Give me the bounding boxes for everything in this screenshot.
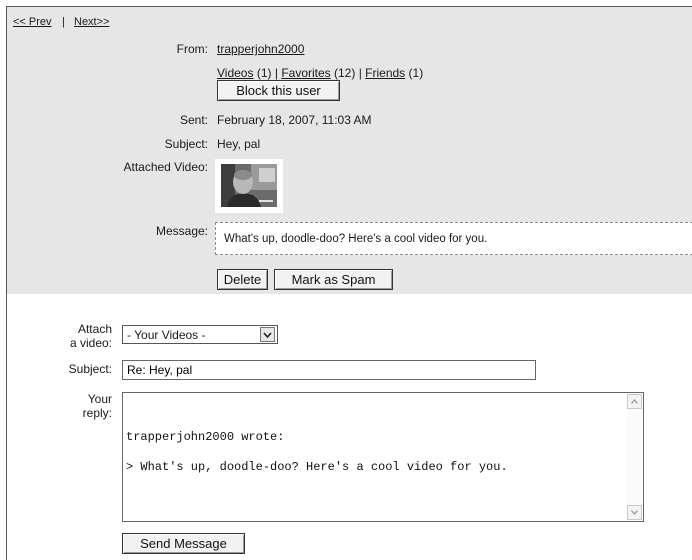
message-window: << Prev | Next>> From: trapperjohn2000 V… (6, 6, 692, 560)
quote-body: > What's up, doodle-doo? Here's a cool v… (126, 460, 508, 474)
reply-scrollbar[interactable] (627, 394, 642, 520)
scroll-up-icon[interactable] (627, 394, 642, 409)
favorites-count: (12) (334, 66, 356, 80)
message-body: What's up, doodle-doo? Here's a cool vid… (215, 222, 692, 255)
attach-video-select[interactable]: - Your Videos - (122, 325, 278, 344)
next-link[interactable]: Next>> (74, 16, 109, 28)
received-message-panel: << Prev | Next>> From: trapperjohn2000 V… (7, 7, 692, 294)
from-label: From: (176, 42, 208, 56)
attach-video-selected: - Your Videos - (127, 328, 206, 342)
subject-label: Subject: (164, 137, 208, 151)
subject-value: Hey, pal (217, 137, 261, 151)
message-label: Message: (155, 224, 208, 238)
friends-link[interactable]: Friends (365, 66, 405, 80)
delete-button[interactable]: Delete (217, 269, 268, 290)
sent-value: February 18, 2007, 11:03 AM (217, 113, 372, 127)
nav-separator: | (62, 16, 65, 28)
attach-video-label: Attach a video: (69, 322, 112, 350)
videos-count: (1) (256, 66, 272, 80)
your-reply-label: Your reply: (82, 392, 112, 420)
attached-video-thumbnail[interactable] (215, 159, 283, 213)
chevron-down-icon[interactable] (260, 327, 275, 342)
block-user-button[interactable]: Block this user (217, 80, 340, 101)
message-text: What's up, doodle-doo? Here's a cool vid… (224, 233, 488, 245)
reply-subject-input[interactable] (122, 360, 536, 380)
sender-link[interactable]: trapperjohn2000 (217, 42, 304, 56)
sent-label: Sent: (179, 113, 208, 127)
stats-separator: | (358, 66, 362, 80)
attached-video-label: Attached Video: (123, 160, 208, 174)
sender-stats: Videos (1) | Favorites (12) | Friends (1… (217, 66, 423, 80)
reply-textarea[interactable]: trapperjohn2000 wrote: > What's up, dood… (122, 392, 644, 522)
quote-header: trapperjohn2000 wrote: (126, 430, 285, 444)
scroll-down-icon[interactable] (627, 505, 642, 520)
friends-count: (1) (408, 66, 424, 80)
mark-as-spam-button[interactable]: Mark as Spam (274, 269, 393, 290)
reply-subject-label: Subject: (68, 362, 112, 376)
videos-link[interactable]: Videos (217, 66, 253, 80)
prev-link[interactable]: << Prev (13, 16, 52, 28)
video-thumbnail-image (221, 164, 277, 207)
stats-separator: | (274, 66, 278, 80)
send-message-button[interactable]: Send Message (122, 533, 245, 554)
favorites-link[interactable]: Favorites (281, 66, 330, 80)
